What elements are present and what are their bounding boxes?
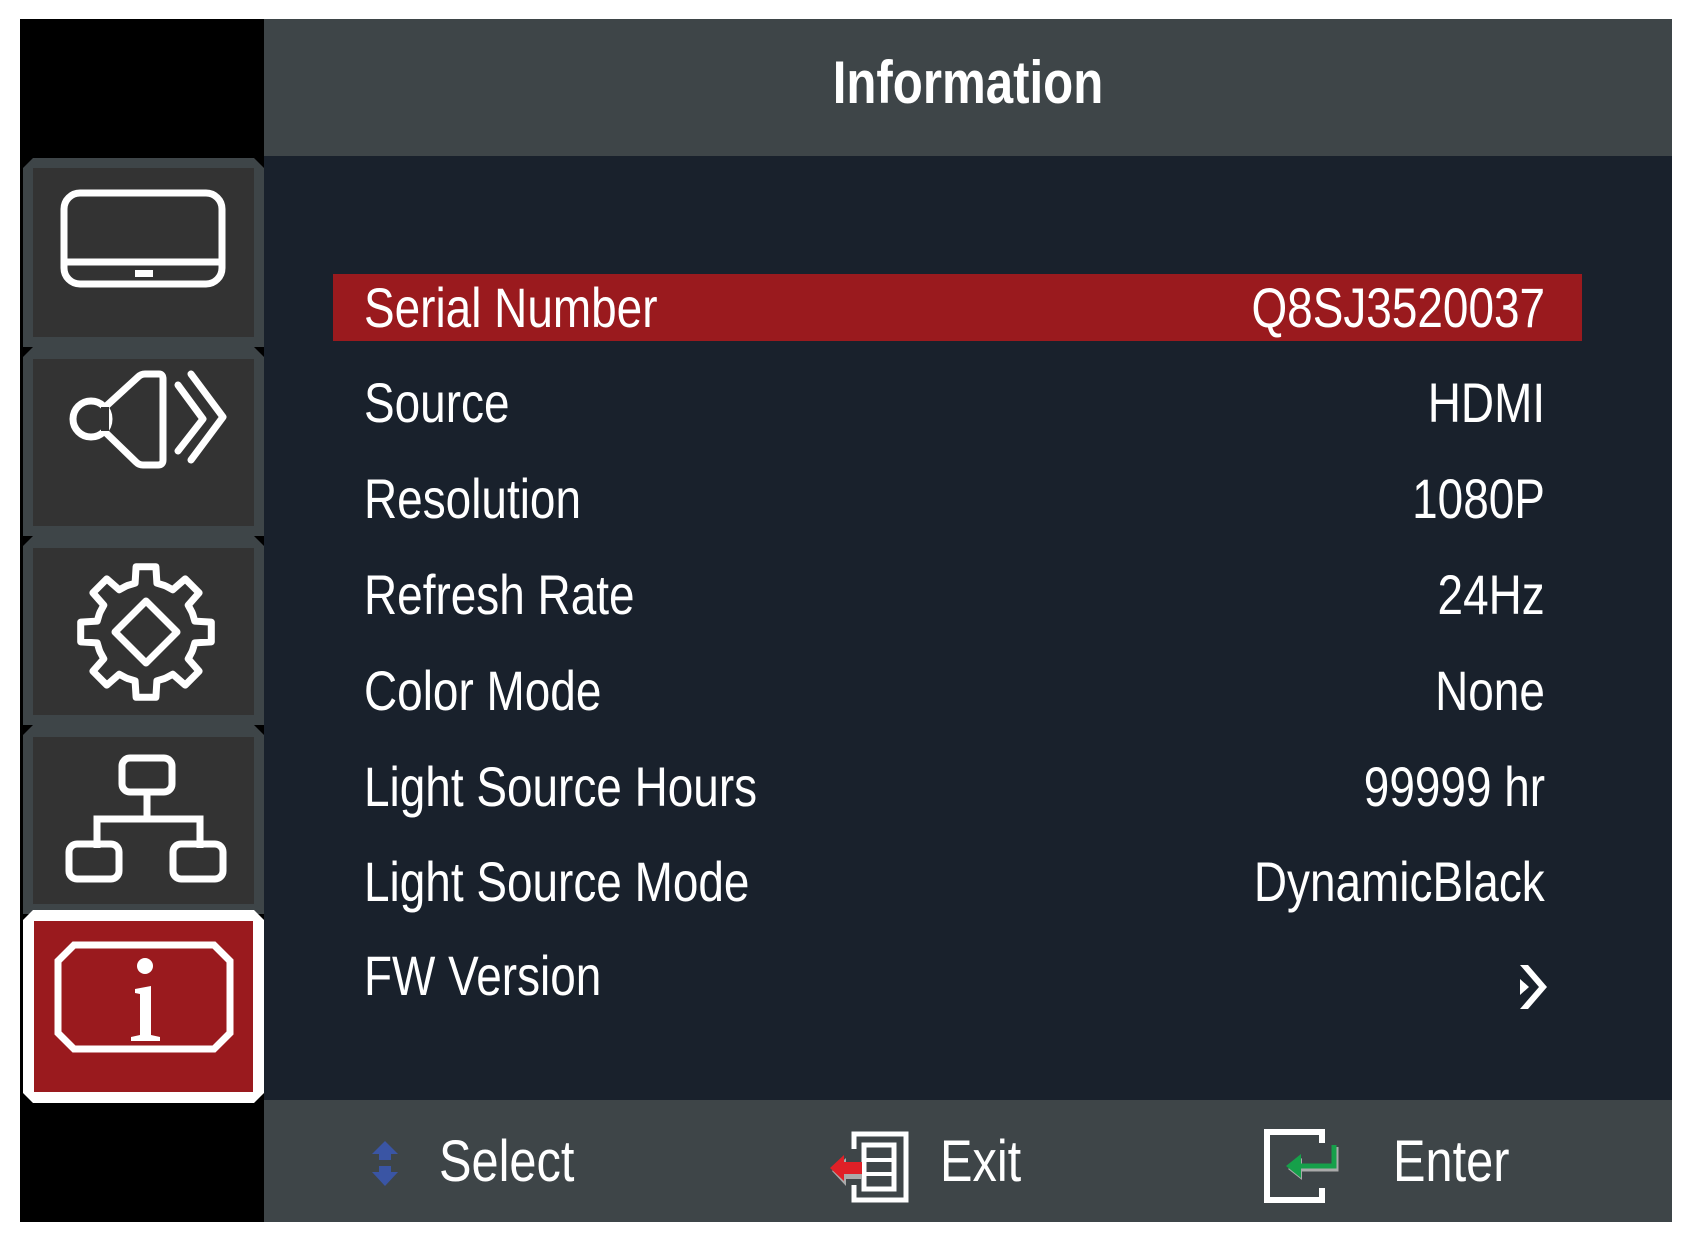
hint-enter: Enter [1259, 1100, 1559, 1222]
sidebar-item-display[interactable] [23, 158, 264, 347]
row-value: 1080P [1412, 467, 1545, 530]
hint-select: Select [364, 1100, 614, 1222]
info-row-color-mode[interactable]: Color Mode None [333, 657, 1582, 724]
sidebar-item-audio[interactable] [23, 347, 264, 536]
info-row-refresh-rate[interactable]: Refresh Rate 24Hz [333, 561, 1582, 628]
gear-icon [77, 563, 215, 701]
exit-menu-icon [830, 1131, 909, 1203]
info-icon [54, 941, 234, 1053]
row-value: 99999 hr [1363, 755, 1545, 818]
row-label: Serial Number [364, 276, 658, 339]
page-title: Information [264, 33, 1672, 133]
info-row-light-source-hours[interactable]: Light Source Hours 99999 hr [333, 753, 1582, 820]
info-row-resolution[interactable]: Resolution 1080P [333, 465, 1582, 532]
page-title-text: Information [832, 49, 1104, 116]
row-label: Color Mode [364, 659, 602, 722]
row-value: 24Hz [1437, 563, 1545, 626]
row-label: Light Source Hours [364, 755, 758, 818]
info-panel: Serial Number Q8SJ3520037 Source HDMI Re… [264, 156, 1672, 1100]
row-label: Source [364, 371, 510, 434]
sidebar [20, 19, 264, 1222]
row-label: Refresh Rate [364, 563, 635, 626]
hint-exit: Exit [826, 1100, 1076, 1222]
info-row-serial-number[interactable]: Serial Number Q8SJ3520037 [333, 274, 1582, 341]
footer-hints: Select Exit Enter [264, 1100, 1672, 1222]
sidebar-item-settings[interactable] [23, 536, 264, 725]
hint-exit-label: Exit [940, 1129, 1022, 1194]
row-value: HDMI [1427, 371, 1545, 434]
info-row-source[interactable]: Source HDMI [333, 369, 1582, 436]
hint-select-label: Select [439, 1129, 575, 1194]
monitor-icon [60, 189, 226, 288]
info-row-fw-version[interactable]: FW Version [333, 942, 1582, 1009]
row-label: Light Source Mode [364, 850, 750, 913]
row-label: FW Version [364, 944, 602, 1007]
row-value: Q8SJ3520037 [1251, 276, 1545, 339]
hint-enter-label: Enter [1393, 1129, 1510, 1194]
header: Information [264, 19, 1672, 156]
row-value: None [1435, 659, 1545, 722]
info-row-light-source-mode[interactable]: Light Source Mode DynamicBlack [333, 848, 1582, 915]
speaker-icon [69, 370, 227, 469]
sidebar-item-information[interactable] [23, 910, 264, 1103]
up-down-arrow-icon [372, 1141, 398, 1186]
chevron-right-icon[interactable] [1519, 964, 1549, 1010]
row-value: DynamicBlack [1254, 850, 1545, 913]
sidebar-item-network[interactable] [23, 725, 264, 914]
row-label: Resolution [364, 467, 581, 530]
network-icon [65, 754, 227, 883]
enter-icon [1264, 1129, 1339, 1203]
